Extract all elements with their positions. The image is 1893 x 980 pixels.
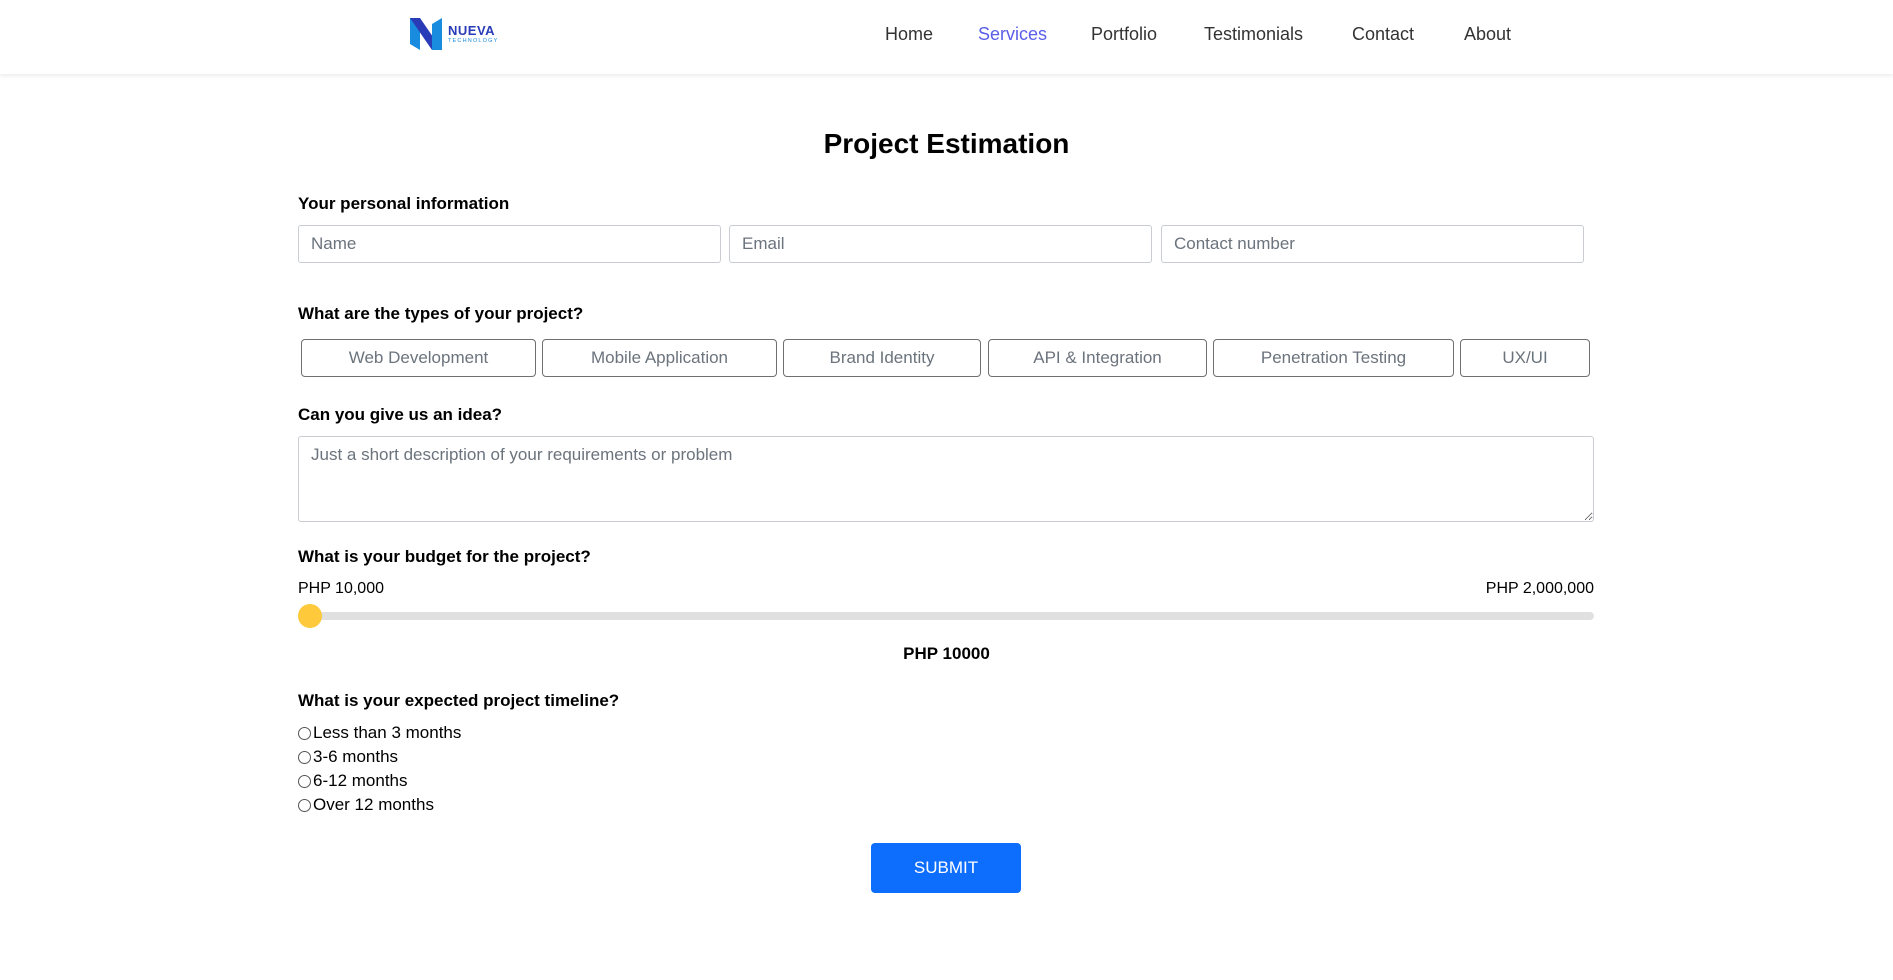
radio-button[interactable] [298, 774, 311, 788]
type-penetration-testing-button[interactable]: Penetration Testing [1213, 339, 1454, 377]
timeline-option-label: 6-12 months [313, 771, 408, 790]
main-nav: Home Services Portfolio Testimonials Con… [0, 24, 1893, 46]
email-input[interactable] [729, 225, 1152, 263]
timeline-option-6-12[interactable]: 6-12 months [298, 771, 408, 791]
idea-label: Can you give us an idea? [298, 405, 503, 424]
timeline-option-label: Less than 3 months [313, 723, 462, 742]
nav-services[interactable]: Services [978, 24, 1047, 45]
type-brand-identity-button[interactable]: Brand Identity [783, 339, 981, 377]
submit-button[interactable]: SUBMIT [871, 843, 1021, 893]
type-mobile-application-button[interactable]: Mobile Application [542, 339, 777, 377]
type-ux-ui-button[interactable]: UX/UI [1460, 339, 1590, 377]
timeline-option-under-3[interactable]: Less than 3 months [298, 723, 461, 743]
budget-slider[interactable] [298, 604, 1594, 628]
budget-max-label: PHP 2,000,000 [1485, 580, 1594, 597]
site-header: NUEVA TECHNOLOGY Home Services Portfolio… [0, 0, 1893, 74]
personal-info-label: Your personal information [298, 194, 510, 213]
timeline-option-3-6[interactable]: 3-6 months [298, 747, 398, 767]
budget-slider-thumb[interactable] [298, 604, 322, 628]
nav-contact[interactable]: Contact [1352, 24, 1414, 45]
timeline-option-label: 3-6 months [313, 747, 399, 766]
timeline-option-label: Over 12 months [313, 795, 434, 814]
nav-about[interactable]: About [1464, 24, 1511, 45]
radio-button[interactable] [298, 750, 311, 764]
nav-testimonials[interactable]: Testimonials [1204, 24, 1303, 45]
budget-label: What is your budget for the project? [298, 547, 591, 566]
name-input[interactable] [298, 225, 721, 263]
timeline-option-over-12[interactable]: Over 12 months [298, 795, 434, 815]
idea-textarea[interactable] [298, 436, 1594, 522]
project-types-label: What are the types of your project? [298, 304, 584, 323]
timeline-label: What is your expected project timeline? [298, 691, 620, 710]
budget-min-label: PHP 10,000 [298, 580, 384, 597]
contact-number-input[interactable] [1161, 225, 1584, 263]
radio-button[interactable] [298, 798, 311, 812]
nav-home[interactable]: Home [885, 24, 933, 45]
type-api-integration-button[interactable]: API & Integration [988, 339, 1207, 377]
nav-portfolio[interactable]: Portfolio [1091, 24, 1157, 45]
page-title: Project Estimation [823, 128, 1070, 159]
budget-value: PHP 10000 [903, 644, 990, 663]
type-web-development-button[interactable]: Web Development [301, 339, 536, 377]
radio-button[interactable] [298, 726, 311, 740]
